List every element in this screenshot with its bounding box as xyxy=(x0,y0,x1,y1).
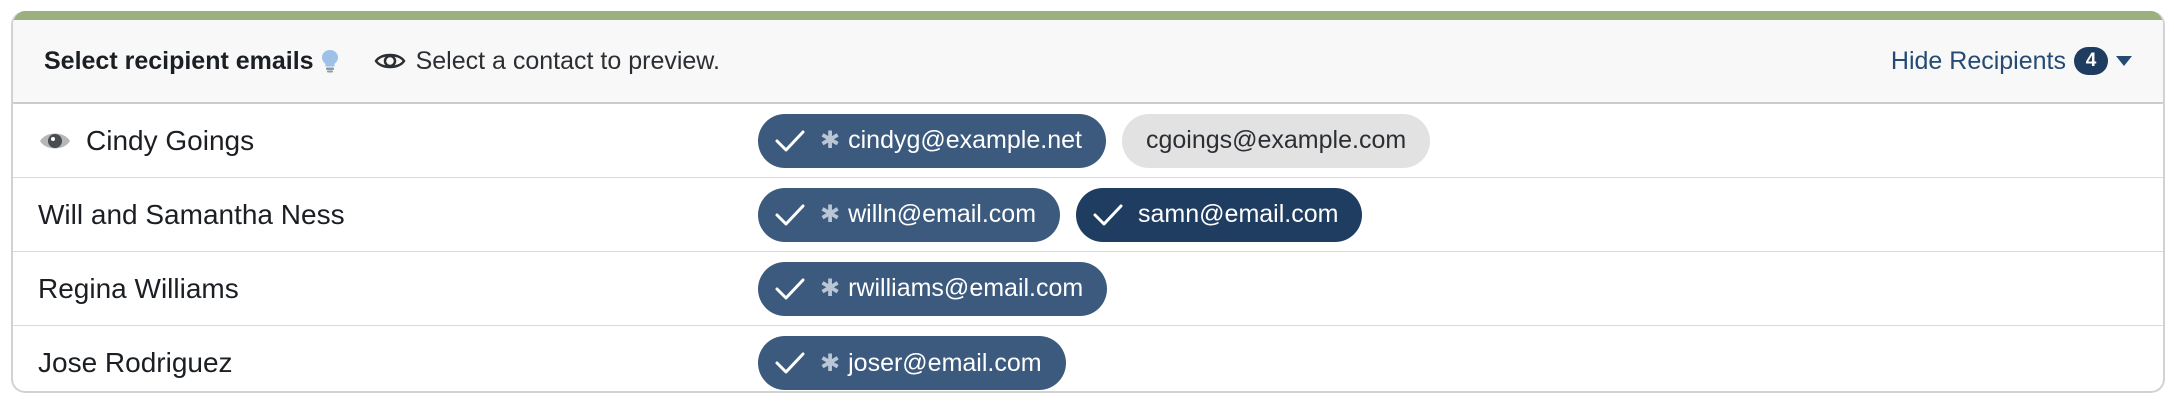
checkmark-icon xyxy=(775,204,805,225)
email-pill-group: ✱ joser@email.com xyxy=(758,336,1066,390)
email-pill-selected[interactable]: ✱ rwilliams@email.com xyxy=(758,261,1108,316)
hide-recipients-label: Hide Recipients xyxy=(1890,46,2066,75)
recipients-panel: Select recipient emails Select a contact… xyxy=(11,11,2165,393)
email-pill-selected[interactable]: ✱ joser@email.com xyxy=(758,336,1066,390)
checkmark-icon xyxy=(775,278,805,299)
contact-name: Cindy Goings xyxy=(86,124,255,156)
email-pill-group: ✱ cindyg@example.net cgoings@example.com xyxy=(758,113,1431,168)
preview-hint: Select a contact to preview. xyxy=(374,47,720,76)
panel-header: Select recipient emails Select a contact… xyxy=(13,20,2163,104)
accent-bar xyxy=(13,11,2163,20)
contact-name: Jose Rodriguez xyxy=(38,347,233,378)
email-address: samn@email.com xyxy=(1138,200,1339,228)
email-pill-group: ✱ willn@email.com samn@email.com xyxy=(758,187,1363,242)
contact-name: Will and Samantha Ness xyxy=(38,198,345,230)
email-address: rwilliams@email.com xyxy=(848,274,1084,302)
asterisk-icon: ✱ xyxy=(820,201,841,228)
contact-name-cell[interactable]: Regina Williams xyxy=(13,273,758,305)
eye-icon xyxy=(374,53,406,69)
contact-name-cell[interactable]: Cindy Goings xyxy=(13,125,758,157)
asterisk-icon: ✱ xyxy=(820,275,841,302)
asterisk-icon: ✱ xyxy=(820,349,841,377)
contact-row[interactable]: Cindy Goings ✱ cindyg@example.net cgoings@e… xyxy=(13,104,2163,178)
email-address: cgoings@example.com xyxy=(1145,126,1407,154)
recipient-count-badge: 4 xyxy=(2074,47,2108,75)
caret-down-icon xyxy=(2116,56,2132,66)
email-pill-selected[interactable]: ✱ willn@email.com xyxy=(758,187,1061,242)
asterisk-icon: ✱ xyxy=(820,127,841,154)
lightbulb-icon[interactable] xyxy=(320,48,340,74)
email-address: joser@email.com xyxy=(848,348,1042,377)
contact-name-cell[interactable]: Jose Rodriguez xyxy=(13,347,758,379)
preview-hint-text: Select a contact to preview. xyxy=(415,46,720,75)
email-pill-group: ✱ rwilliams@email.com xyxy=(758,261,1108,316)
contact-name: Regina Williams xyxy=(38,272,239,304)
email-address: willn@email.com xyxy=(848,200,1037,228)
contact-row[interactable]: Jose Rodriguez ✱ joser@email.com xyxy=(13,326,2163,391)
checkmark-icon xyxy=(775,352,805,374)
recipient-list: Cindy Goings ✱ cindyg@example.net cgoings@e… xyxy=(13,104,2163,391)
email-address: cindyg@example.net xyxy=(848,126,1082,154)
contact-row[interactable]: Will and Samantha Ness ✱ willn@email.com sa… xyxy=(13,178,2163,252)
checkmark-icon xyxy=(1093,204,1123,225)
eye-icon xyxy=(40,133,70,148)
email-pill-selected[interactable]: ✱ cindyg@example.net xyxy=(758,113,1106,168)
panel-title: Select recipient emails xyxy=(44,46,314,75)
contact-row[interactable]: Regina Williams ✱ rwilliams@email.com xyxy=(13,252,2163,326)
email-pill-unselected[interactable]: cgoings@example.com xyxy=(1121,113,1431,168)
hide-recipients-toggle[interactable]: Hide Recipients 4 xyxy=(1891,47,2132,76)
contact-name-cell[interactable]: Will and Samantha Ness xyxy=(13,199,758,231)
email-pill-selected[interactable]: samn@email.com xyxy=(1076,187,1363,242)
checkmark-icon xyxy=(775,130,805,151)
